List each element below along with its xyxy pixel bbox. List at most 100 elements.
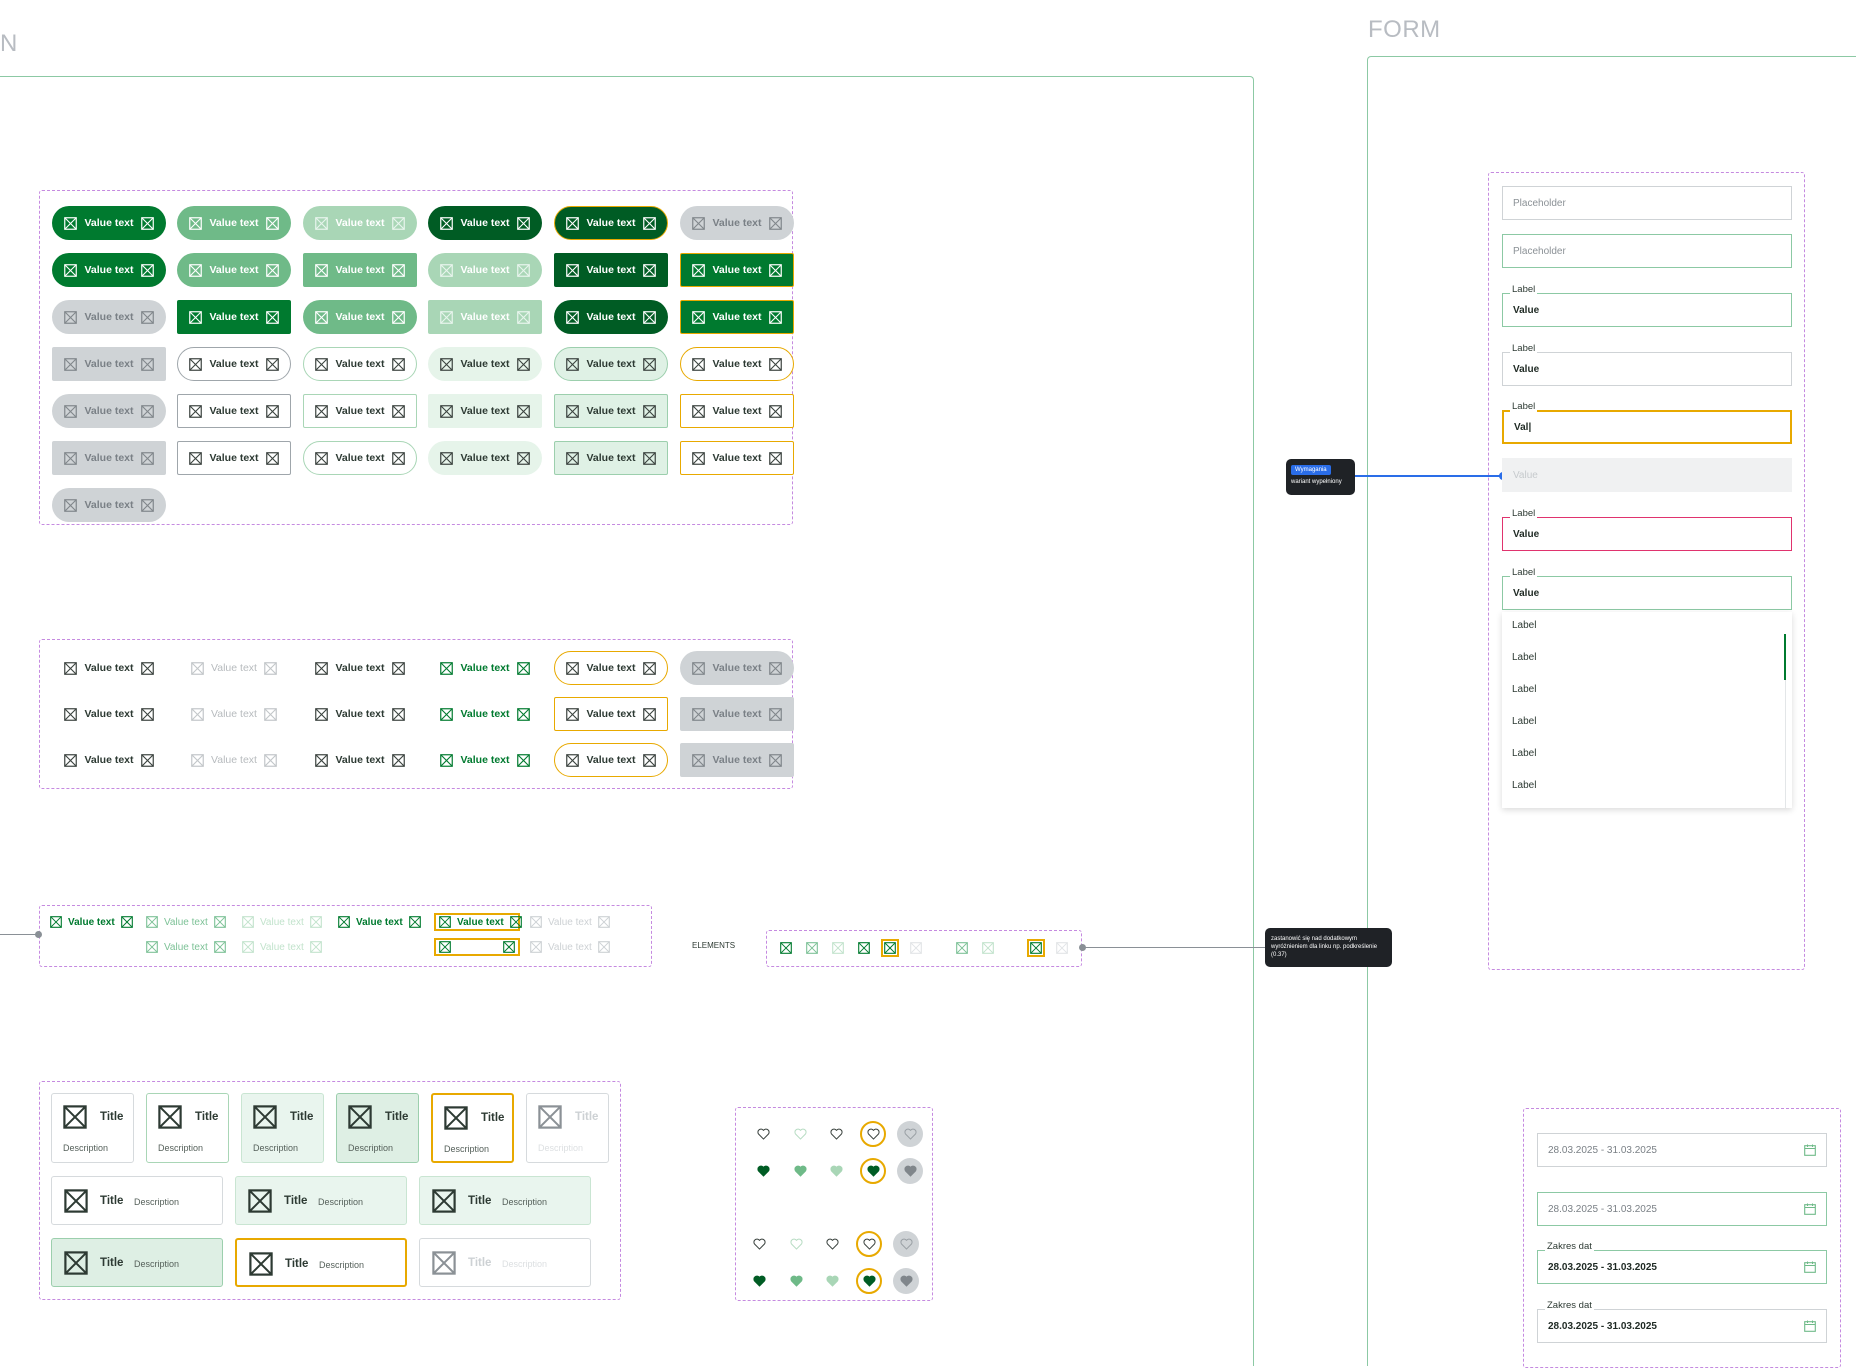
favorite-button[interactable] <box>897 1158 923 1184</box>
icon-button[interactable] <box>1027 939 1045 957</box>
icon-button[interactable] <box>881 939 899 957</box>
text-chip-button[interactable]: Value text <box>52 651 166 685</box>
favorite-button[interactable] <box>787 1158 813 1184</box>
dropdown-option[interactable]: Label <box>1512 652 1536 663</box>
chip-button[interactable]: Value text <box>554 253 668 287</box>
icon-button[interactable] <box>805 941 819 955</box>
input-focused[interactable]: Val| <box>1502 410 1792 444</box>
icon-button[interactable] <box>1055 941 1069 955</box>
icon-button[interactable] <box>831 941 845 955</box>
text-chip-button[interactable]: Value text <box>177 743 291 777</box>
date-range-input[interactable]: 28.03.2025 - 31.03.2025 <box>1537 1192 1827 1226</box>
favorite-button[interactable] <box>819 1231 845 1257</box>
chip-button[interactable]: Value text <box>554 394 668 428</box>
selectable-card[interactable]: Title Description <box>146 1093 229 1163</box>
date-range-input[interactable]: 28.03.2025 - 31.03.2025 <box>1537 1309 1827 1343</box>
chip-button[interactable]: Value text <box>177 206 291 240</box>
dropdown-option[interactable]: Label <box>1512 780 1536 791</box>
chip-button[interactable]: Value text <box>680 347 794 381</box>
dropdown-scrollbar[interactable] <box>1784 634 1786 680</box>
link-button[interactable]: Value text <box>242 938 322 956</box>
text-chip-button[interactable]: Value text <box>428 651 542 685</box>
text-chip-button[interactable]: Value text <box>52 743 166 777</box>
link-button[interactable]: Value text <box>434 913 522 931</box>
select-open[interactable]: Value <box>1502 576 1792 610</box>
text-chip-button[interactable]: Value text <box>428 697 542 731</box>
chip-button[interactable]: Value text <box>52 488 166 522</box>
chip-button[interactable]: Value text <box>52 253 166 287</box>
chip-button[interactable]: Value text <box>52 441 166 475</box>
text-chip-button[interactable]: Value text <box>680 743 794 777</box>
chip-button[interactable]: Value text <box>177 441 291 475</box>
icon-button[interactable] <box>909 941 923 955</box>
dropdown-option[interactable]: Label <box>1512 716 1536 727</box>
chip-button[interactable]: Value text <box>680 394 794 428</box>
link-button[interactable]: Value text <box>146 913 226 931</box>
chip-button[interactable]: Value text <box>428 394 542 428</box>
chip-button[interactable]: Value text <box>303 347 417 381</box>
selectable-card[interactable]: Title Description <box>51 1238 223 1287</box>
chip-button[interactable]: Value text <box>428 300 542 334</box>
chip-button[interactable]: Value text <box>554 300 668 334</box>
favorite-button[interactable] <box>783 1268 809 1294</box>
chip-button[interactable]: Value text <box>428 206 542 240</box>
chip-button[interactable]: Value text <box>52 300 166 334</box>
text-chip-button[interactable]: Value text <box>177 697 291 731</box>
link-button[interactable]: Value text <box>50 913 133 931</box>
chip-button[interactable]: Value text <box>680 441 794 475</box>
chip-button[interactable]: Value text <box>177 253 291 287</box>
icon-button[interactable] <box>981 941 995 955</box>
chip-button[interactable]: Value text <box>428 441 542 475</box>
link-button[interactable]: Value text <box>146 938 226 956</box>
text-chip-button[interactable]: Value text <box>303 651 417 685</box>
chip-button[interactable]: Value text <box>554 206 668 240</box>
text-chip-button[interactable]: Value text <box>554 651 668 685</box>
input-placeholder-default[interactable]: Placeholder <box>1502 186 1792 220</box>
link-button[interactable]: Value text <box>530 913 610 931</box>
dropdown-option[interactable]: Label <box>1512 620 1536 631</box>
text-chip-button[interactable]: Value text <box>303 697 417 731</box>
selectable-card[interactable]: Title Description <box>51 1176 223 1225</box>
chip-button[interactable]: Value text <box>52 206 166 240</box>
chip-button[interactable]: Value text <box>177 394 291 428</box>
selectable-card[interactable]: Title Description <box>431 1093 514 1163</box>
selectable-card[interactable]: Title Description <box>336 1093 419 1163</box>
favorite-button[interactable] <box>750 1121 776 1147</box>
selectable-card[interactable]: Title Description <box>235 1238 407 1287</box>
chip-button[interactable]: Value text <box>680 253 794 287</box>
chip-button[interactable]: Value text <box>303 206 417 240</box>
selectable-card[interactable]: Title Description <box>526 1093 609 1163</box>
date-range-input[interactable]: 28.03.2025 - 31.03.2025 <box>1537 1250 1827 1284</box>
text-chip-button[interactable]: Value text <box>554 697 668 731</box>
chip-button[interactable]: Value text <box>428 253 542 287</box>
chip-button[interactable]: Value text <box>303 441 417 475</box>
text-chip-button[interactable]: Value text <box>303 743 417 777</box>
input-placeholder-hover[interactable]: Placeholder <box>1502 234 1792 268</box>
chip-button[interactable]: Value text <box>554 441 668 475</box>
link-button[interactable]: Value text <box>530 938 610 956</box>
text-chip-button[interactable]: Value text <box>680 651 794 685</box>
calendar-icon[interactable] <box>1804 1144 1816 1156</box>
calendar-icon[interactable] <box>1804 1261 1816 1273</box>
chip-button[interactable]: Value text <box>177 347 291 381</box>
date-range-input[interactable]: 28.03.2025 - 31.03.2025 <box>1537 1133 1827 1167</box>
selectable-card[interactable]: Title Description <box>51 1093 134 1163</box>
favorite-button[interactable] <box>783 1231 809 1257</box>
favorite-button[interactable] <box>787 1121 813 1147</box>
chip-button[interactable]: Value text <box>680 206 794 240</box>
input-filled-default[interactable]: Value <box>1502 352 1792 386</box>
selectable-card[interactable]: Title Description <box>419 1176 591 1225</box>
selectable-card[interactable]: Title Description <box>235 1176 407 1225</box>
chip-button[interactable]: Value text <box>680 300 794 334</box>
favorite-button[interactable] <box>823 1158 849 1184</box>
text-chip-button[interactable]: Value text <box>177 651 291 685</box>
selectable-card[interactable]: Title Description <box>241 1093 324 1163</box>
chip-button[interactable]: Value text <box>428 347 542 381</box>
favorite-button[interactable] <box>823 1121 849 1147</box>
favorite-button[interactable] <box>860 1121 886 1147</box>
favorite-button[interactable] <box>819 1268 845 1294</box>
favorite-button[interactable] <box>897 1121 923 1147</box>
link-button[interactable]: Value text <box>242 913 322 931</box>
icon-button[interactable] <box>955 941 969 955</box>
text-chip-button[interactable]: Value text <box>554 743 668 777</box>
